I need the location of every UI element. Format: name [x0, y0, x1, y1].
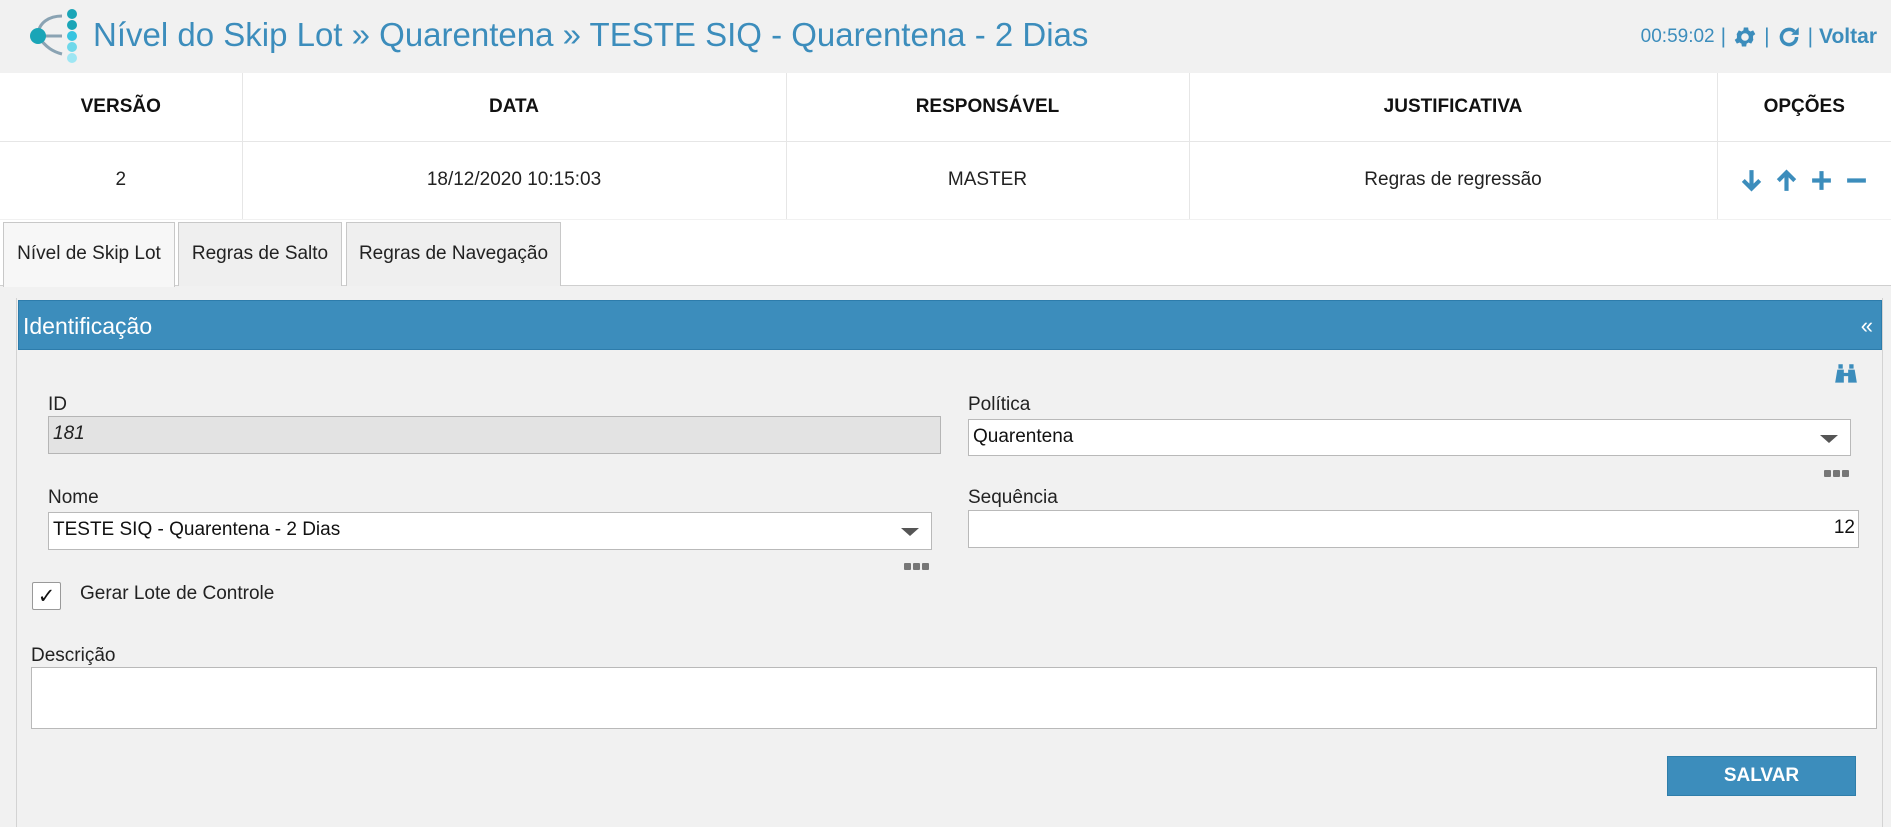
cell-options	[1717, 141, 1891, 219]
cell-responsible: MASTER	[786, 141, 1190, 219]
header-toolbar: 00:59:02 | | | Voltar	[1641, 22, 1877, 52]
table-row[interactable]: 2 18/12/2020 10:15:03 MASTER Regras de r…	[0, 141, 1891, 219]
chevron-down-icon	[901, 528, 919, 536]
id-label: ID	[48, 394, 67, 415]
column-header-responsible: RESPONSÁVEL	[786, 73, 1190, 142]
more-options-icon[interactable]	[1824, 464, 1852, 477]
arrow-up-icon[interactable]	[1774, 168, 1799, 193]
gerar-lote-checkbox[interactable]: ✓	[32, 582, 61, 610]
cell-justification: Regras de regressão	[1189, 141, 1718, 219]
descricao-textarea[interactable]	[31, 667, 1877, 729]
nome-value: TESTE SIQ - Quarentena - 2 Dias	[53, 519, 341, 540]
identification-panel	[16, 298, 1883, 827]
refresh-icon[interactable]	[1776, 24, 1802, 50]
id-field: 181	[48, 416, 941, 454]
gerar-lote-label: Gerar Lote de Controle	[80, 583, 275, 604]
tab-regras-salto[interactable]: Regras de Salto	[178, 222, 342, 286]
column-header-date: DATA	[242, 73, 787, 142]
panel-header[interactable]: Identificação «	[18, 300, 1882, 350]
save-button[interactable]: SALVAR	[1667, 756, 1856, 796]
separator: |	[1764, 25, 1770, 48]
binoculars-icon[interactable]	[1833, 361, 1859, 387]
column-header-options: OPÇÕES	[1717, 73, 1891, 142]
sequencia-label: Sequência	[968, 487, 1058, 508]
tab-regras-navegacao[interactable]: Regras de Navegação	[346, 222, 561, 286]
collapse-icon[interactable]: «	[1861, 301, 1873, 351]
page-header: Nível do Skip Lot » Quarentena » TESTE S…	[0, 0, 1891, 73]
nome-label: Nome	[48, 487, 99, 508]
descricao-label: Descrição	[31, 645, 116, 666]
minus-icon[interactable]	[1844, 168, 1869, 193]
politica-select[interactable]: Quarentena	[968, 419, 1851, 456]
versions-table: VERSÃO DATA RESPONSÁVEL JUSTIFICATIVA OP…	[0, 73, 1891, 219]
plus-icon[interactable]	[1809, 168, 1834, 193]
back-link[interactable]: Voltar	[1819, 22, 1877, 52]
more-options-icon[interactable]	[904, 557, 932, 570]
table-header-row: VERSÃO DATA RESPONSÁVEL JUSTIFICATIVA OP…	[0, 73, 1891, 142]
column-header-version: VERSÃO	[0, 73, 243, 142]
tab-nivel-skip-lot[interactable]: Nível de Skip Lot	[3, 222, 175, 287]
session-clock: 00:59:02	[1640, 26, 1715, 47]
column-header-justification: JUSTIFICATIVA	[1189, 73, 1718, 142]
gear-icon[interactable]	[1732, 24, 1758, 50]
separator: |	[1807, 25, 1814, 48]
panel-title: Identificação	[23, 313, 153, 339]
logo-icon	[30, 9, 77, 63]
nome-select[interactable]: TESTE SIQ - Quarentena - 2 Dias	[48, 512, 932, 550]
chevron-down-icon	[1820, 435, 1838, 443]
tab-bar: Nível de Skip Lot Regras de Salto Regras…	[0, 220, 1891, 287]
separator: |	[1720, 25, 1727, 48]
cell-version: 2	[0, 141, 243, 219]
politica-value: Quarentena	[973, 426, 1074, 447]
page-title: Nível do Skip Lot » Quarentena » TESTE S…	[93, 16, 1089, 53]
cell-date: 18/12/2020 10:15:03	[242, 141, 787, 219]
sequencia-field[interactable]: 12	[968, 510, 1859, 548]
arrow-down-icon[interactable]	[1739, 168, 1764, 193]
politica-label: Política	[968, 394, 1031, 415]
